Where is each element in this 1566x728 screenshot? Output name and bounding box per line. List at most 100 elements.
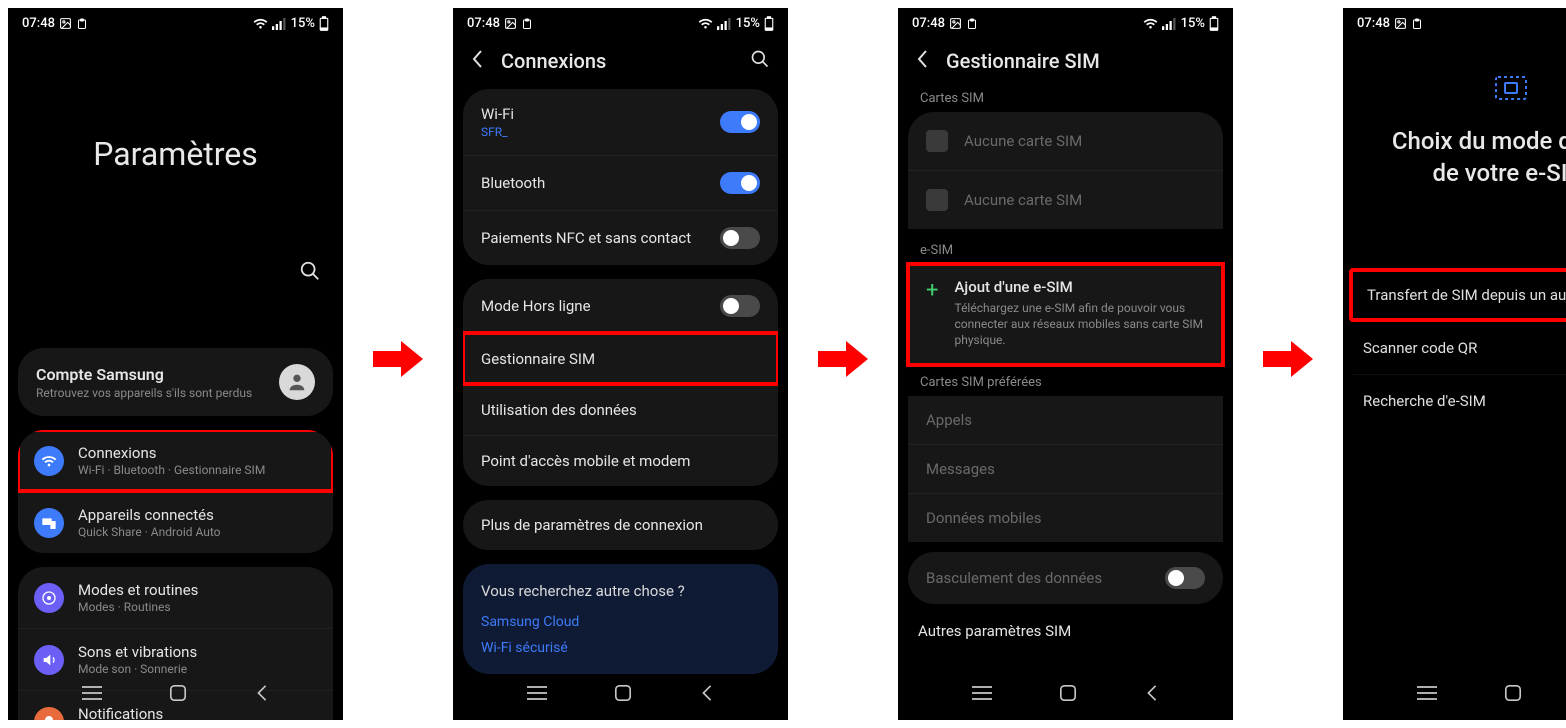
gallery-icon <box>59 17 72 30</box>
row-appareils[interactable]: Appareils connectés Quick Share · Androi… <box>18 491 333 553</box>
header: Gestionnaire SIM <box>898 35 1233 83</box>
status-time: 07:48 <box>467 16 500 31</box>
option-search-esim[interactable]: Recherche d'e-SIM <box>1353 375 1566 427</box>
account-subtitle: Retrouvez vos appareils s'ils sont perdu… <box>36 386 252 400</box>
row-title: Sons et vibrations <box>78 643 197 661</box>
status-time: 07:48 <box>1357 16 1390 31</box>
screen-1-parametres: 07:48 15% Paramètres Compte Samsung Retr… <box>8 8 343 720</box>
wifi-icon <box>698 17 713 30</box>
pref-calls[interactable]: Appels <box>908 396 1223 444</box>
account-card[interactable]: Compte Samsung Retrouvez vos appareils s… <box>18 348 333 416</box>
nav-home[interactable] <box>1504 684 1522 706</box>
sim-slot-2[interactable]: Aucune carte SIM <box>908 170 1223 229</box>
help-link-wifi[interactable]: Wi-Fi sécurisé <box>481 640 760 656</box>
label: Mode Hors ligne <box>481 297 591 315</box>
add-esim-card[interactable]: + Ajout d'une e-SIM Téléchargez une e-SI… <box>908 264 1223 365</box>
search-icon <box>299 260 321 282</box>
help-link-cloud[interactable]: Samsung Cloud <box>481 614 760 630</box>
screen-3-sim-manager: 07:48 15% Gestionnaire SIM Cartes SIM Au… <box>898 8 1233 720</box>
screen-4-esim-mode: 07:48 15% Choix du mode d'ajout de votre… <box>1343 8 1566 720</box>
nav-recents[interactable] <box>82 685 102 705</box>
help-title: Vous recherchez autre chose ? <box>481 582 760 600</box>
modes-icon <box>34 583 64 613</box>
sim-label: Aucune carte SIM <box>964 191 1082 209</box>
battery-icon <box>764 16 774 31</box>
help-card: Vous recherchez autre chose ? Samsung Cl… <box>463 564 778 674</box>
row-more-settings[interactable]: Plus de paramètres de connexion <box>463 500 778 550</box>
wifi-icon <box>253 17 268 30</box>
section-esim: e-SIM <box>898 229 1233 264</box>
sim-slots-card: Aucune carte SIM Aucune carte SIM <box>908 112 1223 229</box>
option-transfer-sim[interactable]: Transfert de SIM depuis un autre apparei… <box>1349 268 1566 322</box>
step-arrow-icon <box>1263 339 1313 379</box>
status-battery: 15% <box>1181 16 1205 31</box>
esim-options-list: Transfert de SIM depuis un autre apparei… <box>1343 268 1566 427</box>
nav-recents[interactable] <box>972 685 992 705</box>
back-button[interactable] <box>471 49 485 73</box>
nav-home[interactable] <box>169 684 187 706</box>
row-title: Modes et routines <box>78 581 198 599</box>
row-other-sim-settings[interactable]: Autres paramètres SIM <box>898 612 1233 650</box>
sim-slot-1[interactable]: Aucune carte SIM <box>908 112 1223 170</box>
nav-back[interactable] <box>255 684 269 706</box>
chevron-left-icon <box>471 49 485 69</box>
pref-data[interactable]: Données mobiles <box>908 493 1223 542</box>
clipboard-icon <box>521 18 533 30</box>
page-title: Gestionnaire SIM <box>946 49 1215 73</box>
back-button[interactable] <box>916 49 930 73</box>
search-button[interactable] <box>750 49 770 73</box>
battery-icon <box>1209 16 1219 31</box>
nav-recents[interactable] <box>527 685 547 705</box>
connexions-group-1: Wi-FiSFR_ Bluetooth Paiements NFC et san… <box>463 89 778 265</box>
esim-chip-icon <box>1494 75 1528 101</box>
option-scan-qr[interactable]: Scanner code QR <box>1353 322 1566 375</box>
sim-label: Aucune carte SIM <box>964 132 1082 150</box>
nav-back[interactable] <box>1145 684 1159 706</box>
section-cartes-sim: Cartes SIM <box>898 83 1233 112</box>
settings-group-1: Connexions Wi-Fi · Bluetooth · Gestionna… <box>18 430 333 553</box>
row-title: Connexions <box>78 444 265 462</box>
row-data-switch[interactable]: Basculement des données <box>908 552 1223 604</box>
row-wifi[interactable]: Wi-FiSFR_ <box>463 89 778 155</box>
row-hotspot[interactable]: Point d'accès mobile et modem <box>463 435 778 486</box>
signal-icon <box>272 18 287 30</box>
label: Paiements NFC et sans contact <box>481 229 691 247</box>
row-modes[interactable]: Modes et routines Modes · Routines <box>18 567 333 628</box>
row-airplane[interactable]: Mode Hors ligne <box>463 279 778 333</box>
sound-icon <box>34 645 64 675</box>
row-nfc[interactable]: Paiements NFC et sans contact <box>463 210 778 265</box>
row-data-usage[interactable]: Utilisation des données <box>463 384 778 435</box>
nav-home[interactable] <box>1059 684 1077 706</box>
toggle-airplane[interactable] <box>720 295 760 317</box>
gallery-icon <box>1394 17 1407 30</box>
screen-2-connexions: 07:48 15% Connexions Wi-FiSFR_ Bluetooth… <box>453 8 788 720</box>
row-bluetooth[interactable]: Bluetooth <box>463 155 778 210</box>
navbar <box>1343 676 1566 714</box>
statusbar: 07:48 15% <box>453 8 788 35</box>
nav-recents[interactable] <box>1417 685 1437 705</box>
row-sim-manager[interactable]: Gestionnaire SIM <box>463 333 778 384</box>
avatar[interactable] <box>279 364 315 400</box>
label: Point d'accès mobile et modem <box>481 452 690 470</box>
search-icon <box>750 49 770 69</box>
nav-back[interactable] <box>700 684 714 706</box>
preferred-card: Appels Messages Données mobiles <box>908 396 1223 542</box>
signal-icon <box>1162 18 1177 30</box>
add-esim-title: Ajout d'une e-SIM <box>954 278 1205 296</box>
page-title: Connexions <box>501 49 734 73</box>
nav-home[interactable] <box>614 684 632 706</box>
gallery-icon <box>504 17 517 30</box>
status-time: 07:48 <box>912 16 945 31</box>
pref-messages[interactable]: Messages <box>908 444 1223 493</box>
toggle-data-switch[interactable] <box>1165 567 1205 589</box>
esim-hero-icon-wrap <box>1343 75 1566 105</box>
row-subtitle: Wi-Fi · Bluetooth · Gestionnaire SIM <box>78 463 265 477</box>
toggle-nfc[interactable] <box>720 227 760 249</box>
statusbar: 07:48 15% <box>898 8 1233 35</box>
toggle-wifi[interactable] <box>720 111 760 133</box>
chevron-left-icon <box>916 49 930 69</box>
toggle-bluetooth[interactable] <box>720 172 760 194</box>
search-button[interactable] <box>299 260 321 286</box>
row-connexions[interactable]: Connexions Wi-Fi · Bluetooth · Gestionna… <box>18 430 333 491</box>
sim-icon <box>926 130 948 152</box>
